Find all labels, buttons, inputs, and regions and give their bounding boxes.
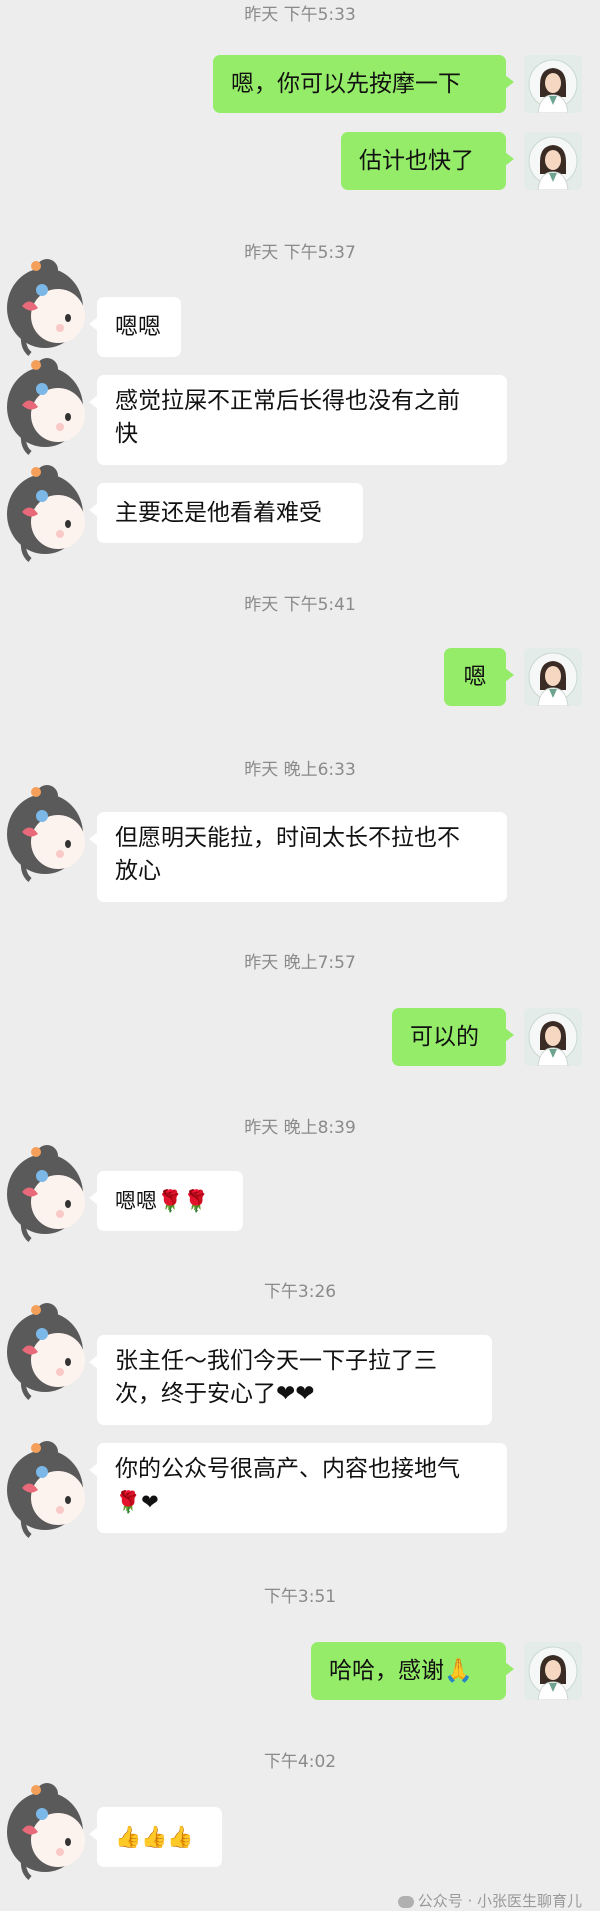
message-text-line: 次，终于安心了❤❤ [115, 1381, 315, 1407]
message-bubble-received[interactable]: 但愿明天能拉，时间太长不拉也不 放心 [89, 812, 507, 902]
user-avatar[interactable] [0, 462, 100, 562]
message-bubble-sent[interactable]: 嗯，你可以先按摩一下 [213, 55, 514, 113]
timestamp: 昨天 晚上6:33 [244, 760, 356, 780]
user-avatar[interactable] [0, 1300, 100, 1400]
message-bubble-sent[interactable]: 可以的 [392, 1008, 514, 1066]
message-text-line: 感觉拉屎不正常后长得也没有之前 [115, 388, 460, 414]
message-bubble-received[interactable]: 感觉拉屎不正常后长得也没有之前 快 [89, 375, 507, 465]
message-text: 嗯嗯🌹🌹 [115, 1188, 210, 1213]
wechat-icon [397, 1895, 414, 1908]
message-text-line: 快 [115, 421, 138, 447]
message-text: 哈哈，感谢🙏 [329, 1657, 473, 1684]
message-bubble-received[interactable]: 张主任～我们今天一下子拉了三 次，终于安心了❤❤ [89, 1335, 492, 1425]
message-text: 嗯嗯 [115, 313, 161, 340]
message-bubble-received[interactable]: 你的公众号很高产、内容也接地气 🌹❤ [89, 1443, 507, 1533]
message-text-line: 🌹❤ [115, 1490, 159, 1514]
doctor-avatar[interactable] [524, 648, 582, 706]
message-bubble-received[interactable]: 嗯嗯 [89, 297, 181, 357]
message-text-line: 但愿明天能拉，时间太长不拉也不 [115, 825, 460, 851]
message-text: 👍👍👍 [115, 1824, 194, 1849]
message-text-line: 张主任～我们今天一下子拉了三 [115, 1348, 437, 1374]
timestamp: 昨天 下午5:33 [244, 5, 356, 25]
message-text: 主要还是他看着难受 [115, 499, 322, 526]
message-text: 嗯，你可以先按摩一下 [231, 70, 461, 97]
user-avatar[interactable] [0, 355, 100, 455]
timestamp: 昨天 晚上7:57 [244, 953, 356, 973]
timestamp: 昨天 下午5:41 [244, 595, 356, 615]
timestamp: 下午3:26 [263, 1282, 337, 1302]
doctor-avatar[interactable] [524, 55, 582, 113]
doctor-avatar[interactable] [524, 132, 582, 190]
message-text-line: 你的公众号很高产、内容也接地气 [115, 1456, 460, 1482]
timestamp: 昨天 晚上8:39 [244, 1118, 356, 1138]
timestamp: 下午3:51 [263, 1587, 337, 1607]
user-avatar[interactable] [0, 782, 100, 882]
message-bubble-sent[interactable]: 嗯 [444, 648, 514, 706]
message-text-line: 放心 [115, 858, 161, 884]
message-bubble-received[interactable]: 主要还是他看着难受 [89, 483, 363, 543]
user-avatar[interactable] [0, 256, 100, 356]
message-text: 可以的 [410, 1023, 479, 1050]
user-avatar[interactable] [0, 1142, 100, 1242]
message-text: 嗯 [463, 663, 487, 690]
user-avatar[interactable] [0, 1780, 100, 1880]
doctor-avatar[interactable] [524, 1008, 582, 1066]
timestamp: 下午4:02 [263, 1752, 337, 1772]
message-text: 估计也快了 [359, 147, 474, 174]
message-bubble-received[interactable]: 👍👍👍 [89, 1807, 222, 1867]
message-bubble-received[interactable]: 嗯嗯🌹🌹 [89, 1171, 243, 1231]
message-bubble-sent[interactable]: 哈哈，感谢🙏 [311, 1642, 514, 1700]
message-bubble-sent[interactable]: 估计也快了 [341, 132, 514, 190]
watermark-text: 公众号 · 小张医生聊育儿 [417, 1892, 582, 1910]
doctor-avatar[interactable] [524, 1642, 582, 1700]
user-avatar[interactable] [0, 1438, 100, 1538]
